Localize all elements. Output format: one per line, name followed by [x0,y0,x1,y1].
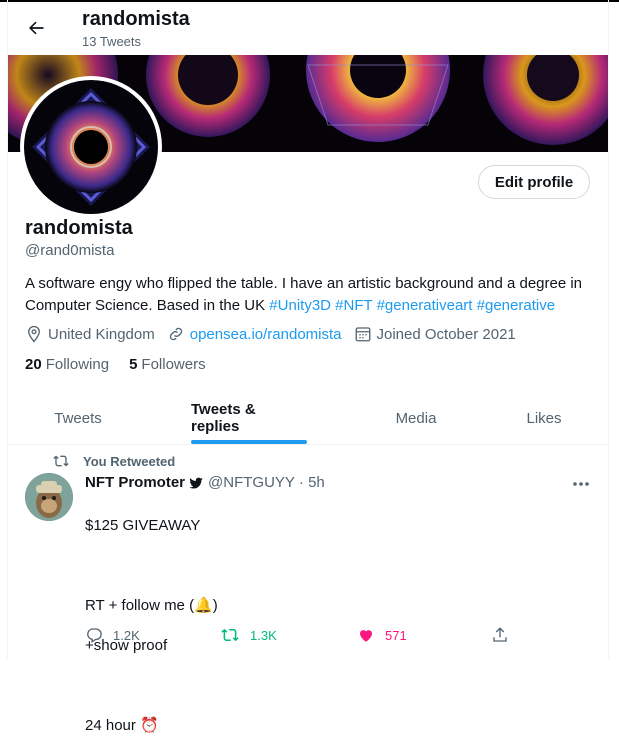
reply-count: 1.2K [113,627,140,643]
retweet-count: 1.3K [250,627,277,643]
tab-tweets-label: Tweets [54,409,102,427]
following-link[interactable]: 20 Following [25,356,109,373]
website[interactable]: opensea.io/randomista [167,325,342,343]
active-tab-indicator [191,440,307,444]
tweet-author-name[interactable]: NFT Promoter [85,474,185,491]
followers-label: Followers [141,356,206,373]
location: United Kingdom [25,325,155,343]
tweet-author-avatar[interactable] [25,473,73,521]
joined-date: Joined October 2021 [354,325,516,343]
profile-meta: United Kingdom opensea.io/randomista Joi… [25,325,528,343]
share-icon [493,627,507,642]
retweet-small-icon [53,455,69,467]
back-arrow-icon [29,21,44,35]
tweet-header: NFT Promoter @NFTGUYY · 5h [85,474,325,491]
hashtag-generative[interactable]: #generative [477,297,555,314]
tweet-line: $125 GIVEAWAY [85,517,201,534]
tweet-more-button[interactable] [570,474,592,494]
following-label: Following [45,356,110,373]
joined-text: Joined October 2021 [376,325,516,343]
calendar-icon [355,327,370,342]
profile-name: randomista [25,217,133,239]
hashtag-generativeart[interactable]: #generativeart [377,297,473,314]
hashtag-nft[interactable]: #NFT [335,297,372,314]
tab-likes-label: Likes [526,409,562,427]
tab-tweets[interactable]: Tweets [8,392,148,444]
tweet-line: RT + follow me (🔔) [85,597,218,614]
following-count: 20 [25,356,42,373]
location-text: United Kingdom [48,325,155,343]
tab-tweets-replies[interactable]: Tweets & replies [191,392,307,444]
followers-link[interactable]: 5 Followers [129,356,206,373]
avatar-artwork [32,88,150,206]
window-top-border [0,0,619,2]
like-count: 571 [385,627,407,643]
more-dots-icon [573,482,589,486]
location-pin-icon [28,325,40,343]
retweet-context: You Retweeted [53,453,175,469]
reply-icon [87,628,102,644]
heart-filled-icon [360,630,372,642]
avatar-image [24,80,158,214]
tweet-author-handle[interactable]: @NFTGUYY [208,474,295,491]
follow-stats: 20 Following 5 Followers [25,356,226,373]
tweet-time[interactable]: · 5h [299,474,325,491]
hashtag-unity3d[interactable]: #Unity3D [269,297,331,314]
share-button[interactable] [491,626,509,644]
column-border-right [608,0,609,659]
ape-avatar-image [25,473,73,521]
retweet-context-text: You Retweeted [83,453,176,469]
tab-media[interactable]: Media [366,392,466,444]
header-title: randomista [82,8,190,30]
header-tweet-count: 13 Tweets [82,34,142,49]
profile-avatar[interactable] [20,76,162,218]
like-button[interactable]: 571 [357,626,407,644]
tab-media-label: Media [395,409,437,427]
edit-profile-button[interactable]: Edit profile [478,165,590,199]
link-icon [169,327,182,341]
followers-count: 5 [129,356,138,373]
profile-bio: A software engy who flipped the table. I… [25,273,595,317]
tweet-actions: 1.2K 1.3K 571 [85,626,515,648]
tweet-line: 24 hour ⏰ [85,717,159,734]
tab-likes[interactable]: Likes [498,392,590,444]
profile-handle: @rand0mista [25,242,115,259]
tab-tweets-replies-label: Tweets & replies [191,401,256,435]
profile-tabs: Tweets Tweets & replies Media Likes [8,392,608,445]
back-button[interactable] [22,14,50,42]
reply-button[interactable]: 1.2K [85,626,140,644]
retweet-icon [221,628,239,642]
website-link[interactable]: opensea.io/randomista [190,326,342,343]
twitter-bird-icon [189,477,203,489]
retweet-button[interactable]: 1.3K [220,626,277,644]
